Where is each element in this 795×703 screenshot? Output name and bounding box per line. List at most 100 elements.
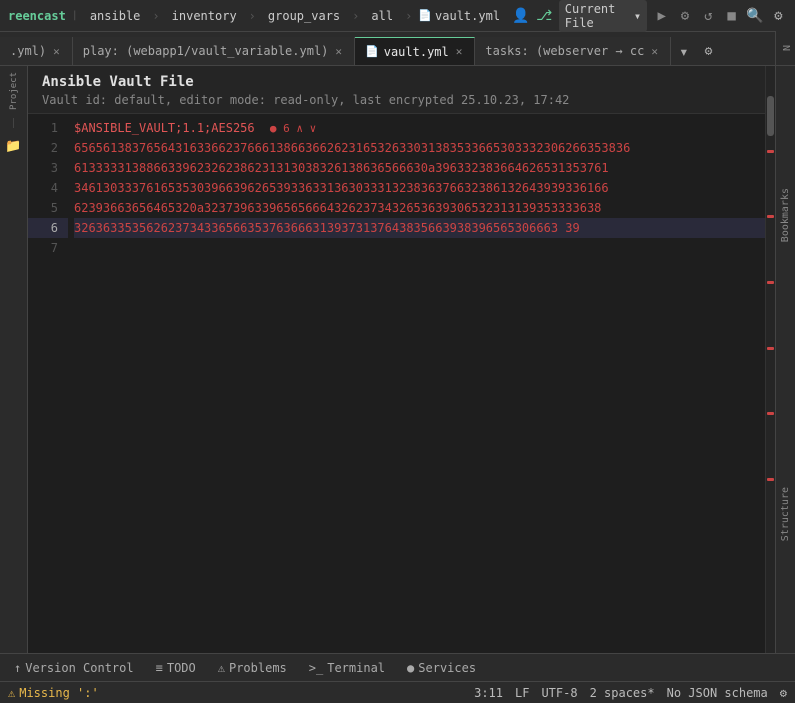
- stop-button[interactable]: ■: [723, 5, 740, 27]
- code-line-1: $ANSIBLE_VAULT;1.1;AES256 ● 6 ∧ ∨: [74, 118, 775, 138]
- tab-close-icon[interactable]: ✕: [649, 45, 660, 58]
- error-marker-1: [767, 150, 774, 153]
- code-text: 62393663656465320a3237396339656566643262…: [74, 201, 601, 215]
- file-header: Ansible Vault File Vault id: default, ed…: [28, 66, 775, 114]
- code-text: $ANSIBLE_VAULT;1.1;AES256: [74, 121, 255, 135]
- structure-panel-label[interactable]: Structure: [778, 479, 793, 549]
- toolbar-inventory[interactable]: inventory: [166, 7, 243, 25]
- file-header-title: Ansible Vault File: [42, 74, 761, 90]
- active-tab-icon: 📄: [365, 45, 379, 58]
- status-bar: ⚠ Missing ':' 3:11 LF UTF-8 2 spaces* No…: [0, 681, 795, 703]
- settings-button[interactable]: ⚙: [770, 5, 787, 27]
- bell-icon: N: [780, 45, 791, 51]
- todo-icon: ≡: [156, 661, 163, 675]
- tab-vault-variable[interactable]: play: (webapp1/vault_variable.yml) ✕: [73, 37, 355, 65]
- build-button[interactable]: ⚙: [676, 5, 693, 27]
- app-title: reencast: [8, 9, 66, 23]
- error-marker-4: [767, 347, 774, 350]
- tab-close-icon[interactable]: ✕: [333, 45, 344, 58]
- line-num-2: 2: [28, 138, 68, 158]
- branch-icon-btn[interactable]: ⎇: [535, 5, 552, 27]
- current-file-label: Current File: [565, 2, 631, 30]
- bottom-tab-version-control[interactable]: ↑ Version Control: [4, 657, 144, 679]
- bottom-tab-terminal[interactable]: >_ Terminal: [299, 657, 395, 679]
- code-line-3: 6133333138866339623262386231313038326138…: [74, 158, 775, 178]
- error-marker-5: [767, 412, 774, 415]
- editor-area: Ansible Vault File Vault id: default, ed…: [28, 66, 775, 663]
- status-line-ending[interactable]: LF: [515, 686, 529, 700]
- error-badge: ● 6 ∧ ∨: [270, 122, 316, 135]
- left-panel: Project 📁: [0, 66, 28, 663]
- toolbar-file: 📄 vault.yml: [418, 9, 500, 23]
- status-position[interactable]: 3:11: [474, 686, 503, 700]
- toolbar-group-vars[interactable]: group_vars: [262, 7, 346, 25]
- bottom-tab-problems[interactable]: ⚠ Problems: [208, 657, 297, 679]
- code-text: 3263633535626237343365663537636663139373…: [74, 221, 580, 235]
- tab-label: .yml): [10, 44, 46, 58]
- toolbar-all[interactable]: all: [365, 7, 399, 25]
- schema-text: No JSON schema: [667, 686, 768, 700]
- bookmarks-panel-label[interactable]: Bookmarks: [778, 180, 793, 250]
- status-warning[interactable]: ⚠ Missing ':': [8, 686, 99, 700]
- charset-text: UTF-8: [541, 686, 577, 700]
- bottom-tabs-bar: ↑ Version Control ≡ TODO ⚠ Problems >_ T…: [0, 653, 795, 681]
- tabs-overflow-button[interactable]: ▾: [671, 37, 697, 65]
- tab-close-icon[interactable]: ✕: [454, 45, 465, 58]
- position-text: 3:11: [474, 686, 503, 700]
- code-area[interactable]: 1 2 3 4 5 6 7 $ANSIBLE_VAULT;1.1;AES256 …: [28, 114, 775, 651]
- bottom-tab-label: Version Control: [25, 661, 133, 675]
- terminal-icon: >_: [309, 661, 323, 675]
- error-marker-2: [767, 215, 774, 218]
- scroll-thumb[interactable]: [767, 96, 774, 136]
- line-num-7: 7: [28, 238, 68, 258]
- code-line-5: 62393663656465320a3237396339656566643262…: [74, 198, 775, 218]
- tab-label: tasks: (webserver → cc: [485, 44, 644, 58]
- file-icon: 📄: [418, 9, 432, 22]
- code-line-7: [74, 238, 775, 258]
- tab-yml-partial[interactable]: .yml) ✕: [0, 37, 73, 65]
- status-indent[interactable]: 2 spaces*: [590, 686, 655, 700]
- code-text: 6565613837656431633662376661386636626231…: [74, 141, 630, 155]
- folder-icon-btn[interactable]: 📁: [3, 136, 25, 158]
- search-button[interactable]: 🔍: [746, 5, 763, 27]
- line-num-5: 5: [28, 198, 68, 218]
- bottom-tab-services[interactable]: ● Services: [397, 657, 486, 679]
- bottom-tab-label: Terminal: [327, 661, 385, 675]
- line-ending-text: LF: [515, 686, 529, 700]
- warning-icon: ⚠: [8, 686, 15, 700]
- code-content[interactable]: $ANSIBLE_VAULT;1.1;AES256 ● 6 ∧ ∨ 656561…: [68, 114, 775, 651]
- file-header-meta: Vault id: default, editor mode: read-onl…: [42, 93, 761, 107]
- status-schema[interactable]: No JSON schema: [667, 686, 768, 700]
- status-charset[interactable]: UTF-8: [541, 686, 577, 700]
- user-icon-btn[interactable]: 👤: [512, 5, 529, 27]
- project-label[interactable]: Project: [9, 72, 19, 110]
- bottom-tab-todo[interactable]: ≡ TODO: [146, 657, 206, 679]
- bottom-tab-label: Services: [418, 661, 476, 675]
- dropdown-arrow-icon: ▾: [634, 9, 641, 23]
- code-line-2: 6565613837656431633662376661386636626231…: [74, 138, 775, 158]
- toolbar-vault-yml: vault.yml: [435, 9, 500, 23]
- code-text: 3461303337616535303966396265393363313630…: [74, 181, 609, 195]
- status-settings-icon[interactable]: ⚙: [780, 686, 787, 700]
- bottom-tab-label: TODO: [167, 661, 196, 675]
- line-num-3: 3: [28, 158, 68, 178]
- right-side-panel: Bookmarks Structure: [775, 66, 795, 663]
- run-button[interactable]: ▶: [653, 5, 670, 27]
- error-marker-6: [767, 478, 774, 481]
- tab-label: play: (webapp1/vault_variable.yml): [83, 44, 329, 58]
- tab-vault-yml[interactable]: 📄 vault.yml ✕: [355, 37, 475, 65]
- settings-status-icon: ⚙: [780, 686, 787, 700]
- current-file-dropdown[interactable]: Current File ▾: [559, 0, 647, 32]
- line-num-1: 1: [28, 118, 68, 138]
- toolbar-ansible[interactable]: ansible: [84, 7, 147, 25]
- tabs-settings-icon[interactable]: ⚙: [697, 37, 721, 65]
- warning-text: Missing ':': [19, 686, 98, 700]
- tab-tasks-webserver[interactable]: tasks: (webserver → cc ✕: [475, 37, 671, 65]
- tab-close-icon[interactable]: ✕: [51, 45, 62, 58]
- notifications-panel-toggle[interactable]: N: [775, 32, 795, 65]
- scrollbar[interactable]: [765, 66, 775, 663]
- services-icon: ●: [407, 661, 414, 675]
- history-button[interactable]: ↺: [700, 5, 717, 27]
- problems-icon: ⚠: [218, 661, 225, 675]
- error-marker-3: [767, 281, 774, 284]
